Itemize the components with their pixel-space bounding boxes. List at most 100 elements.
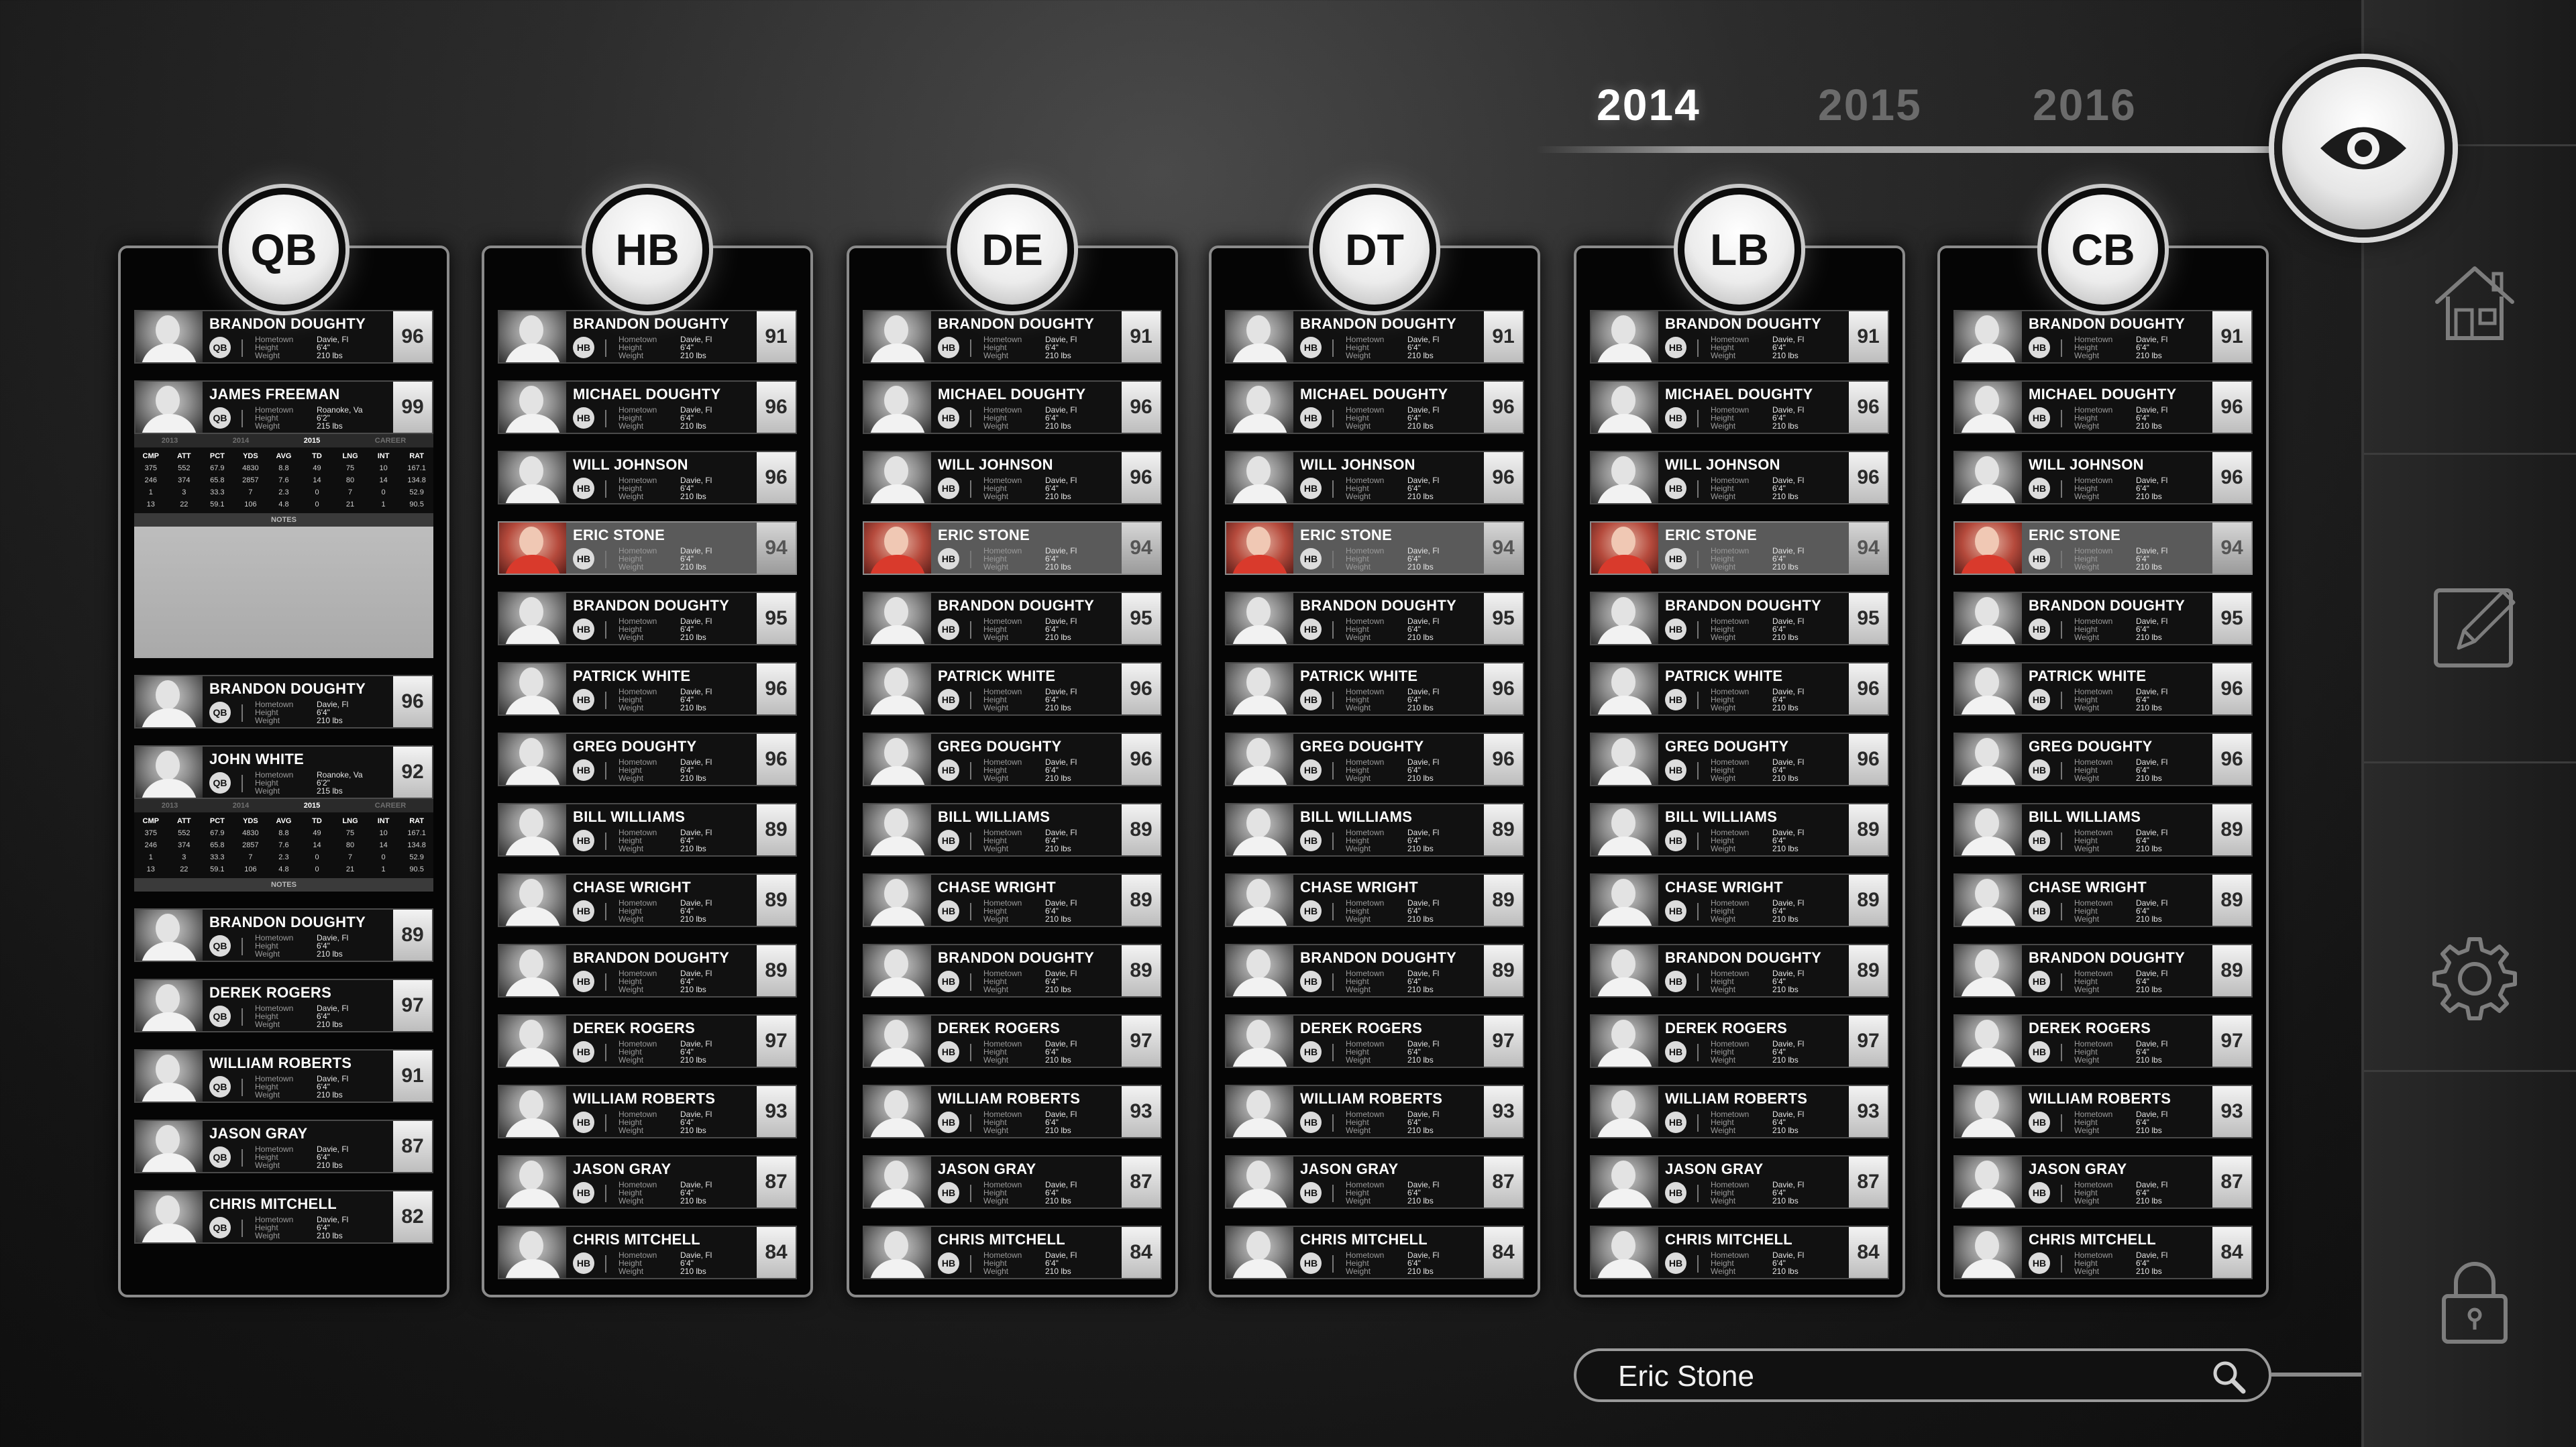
player-row[interactable]: BRANDON DOUGHTY HB Hometown Height Weight Dav… [1590,944,1889,998]
player-row[interactable]: WILLIAM ROBERTS HB Hometown Height Weight Dav… [1225,1085,1524,1138]
player-row[interactable]: GREG DOUGHTY HB Hometown Height Weight Davie,… [498,733,797,786]
player-row[interactable]: BILL WILLIAMS HB Hometown Height Weight Davie… [1225,803,1524,857]
player-row[interactable]: JASON GRAY HB Hometown Height Weight Davie, F… [1953,1155,2253,1209]
stats-tab-2013[interactable]: 2013 [162,437,178,445]
player-row[interactable]: PATRICK WHITE HB Hometown Height Weight Davie… [1225,662,1524,716]
player-row[interactable]: ERIC STONE HB Hometown Height Weight Davie, F… [1590,521,1889,575]
player-row[interactable]: BRANDON DOUGHTY HB Hometown Height Weight Dav… [498,592,797,645]
player-row[interactable]: BILL WILLIAMS HB Hometown Height Weight Davie… [1953,803,2253,857]
player-row[interactable]: WILL JOHNSON HB Hometown Height Weight Davie,… [863,451,1162,504]
player-row[interactable]: WILLIAM ROBERTS HB Hometown Height Weight Dav… [1590,1085,1889,1138]
player-row[interactable]: DEREK ROGERS HB Hometown Height Weight Davie,… [863,1014,1162,1068]
player-row[interactable]: BRANDON DOUGHTY HB Hometown Height Weight Dav… [498,944,797,998]
player-row[interactable]: PATRICK WHITE HB Hometown Height Weight Davie… [863,662,1162,716]
player-row[interactable]: BRANDON DOUGHTY HB Hometown Height Weight Dav… [498,310,797,364]
stats-tab-career[interactable]: CAREER [375,437,406,445]
player-row[interactable]: GREG DOUGHTY HB Hometown Height Weight Davie,… [1225,733,1524,786]
player-row[interactable]: CHRIS MITCHELL HB Hometown Height Weight Davi… [498,1226,797,1279]
player-row[interactable]: JASON GRAY QB Hometown Height Weight Davie, F… [134,1120,433,1173]
player-row[interactable]: ERIC STONE HB Hometown Height Weight Davie, F… [1953,521,2253,575]
notes-toggle[interactable]: NOTES [134,878,433,892]
player-row[interactable]: CHASE WRIGHT HB Hometown Height Weight Davie,… [1953,873,2253,927]
player-row[interactable]: BRANDON DOUGHTY HB Hometown Height Weight Dav… [1590,310,1889,364]
player-row[interactable]: WILLIAM ROBERTS HB Hometown Height Weight Dav… [863,1085,1162,1138]
player-row[interactable]: WILLIAM ROBERTS HB Hometown Height Weight Dav… [498,1085,797,1138]
player-row[interactable]: BRANDON DOUGHTY QB Hometown Height Weight Dav… [134,908,433,962]
player-row[interactable]: WILL JOHNSON HB Hometown Height Weight Davie,… [1225,451,1524,504]
notes-textarea[interactable] [134,527,433,658]
player-row[interactable]: WILLIAM ROBERTS QB Hometown Height Weight Dav… [134,1049,433,1103]
stats-tab-career[interactable]: CAREER [375,802,406,810]
player-row[interactable]: CHRIS MITCHELL HB Hometown Height Weight Davi… [1225,1226,1524,1279]
stats-tab-2015[interactable]: 2015 [304,437,320,445]
player-row[interactable]: MICHAEL DOUGHTY HB Hometown Height Weight Dav… [1590,380,1889,434]
player-row[interactable]: PATRICK WHITE HB Hometown Height Weight Davie… [1590,662,1889,716]
player-row[interactable]: BRANDON DOUGHTY HB Hometown Height Weight Dav… [863,944,1162,998]
edit-button[interactable] [2428,577,2522,671]
search-icon[interactable] [2211,1359,2246,1394]
player-row[interactable]: MICHAEL DOUGHTY HB Hometown Height Weight Dav… [863,380,1162,434]
player-row[interactable]: BRANDON DOUGHTY HB Hometown Height Weight Dav… [1953,944,2253,998]
player-row[interactable]: BRANDON DOUGHTY HB Hometown Height Weight Dav… [863,592,1162,645]
year-2015[interactable]: 2015 [1818,79,1922,130]
position-badge-qb[interactable]: QB [222,188,345,311]
player-row[interactable]: CHRIS MITCHELL HB Hometown Height Weight Davi… [1953,1226,2253,1279]
home-button[interactable] [2428,255,2522,349]
player-row[interactable]: DEREK ROGERS HB Hometown Height Weight Davie,… [498,1014,797,1068]
player-row[interactable]: BILL WILLIAMS HB Hometown Height Weight Davie… [1590,803,1889,857]
player-row[interactable]: ERIC STONE HB Hometown Height Weight Davie, F… [1225,521,1524,575]
year-2014[interactable]: 2014 [1597,79,1701,130]
player-row[interactable]: JOHN WHITE QB Hometown Height Weight Roanoke,… [134,745,433,799]
search-input[interactable] [1617,1359,2196,1394]
stats-tab-2015[interactable]: 2015 [304,802,320,810]
player-row[interactable]: BRANDON DOUGHTY QB Hometown Height Weight Dav… [134,310,433,364]
player-row[interactable]: DEREK ROGERS QB Hometown Height Weight Davie,… [134,979,433,1032]
position-badge-hb[interactable]: HB [586,188,709,311]
position-badge-dt[interactable]: DT [1313,188,1436,311]
player-row[interactable]: BRANDON DOUGHTY HB Hometown Height Weight Dav… [1225,592,1524,645]
view-toggle-button[interactable] [2274,59,2453,237]
player-row[interactable]: BRANDON DOUGHTY HB Hometown Height Weight Dav… [1590,592,1889,645]
player-row[interactable]: WILL JOHNSON HB Hometown Height Weight Davie,… [1590,451,1889,504]
year-2016[interactable]: 2016 [2033,79,2137,130]
player-row[interactable]: MICHAEL DOUGHTY HB Hometown Height Weight Dav… [498,380,797,434]
player-row[interactable]: BRANDON DOUGHTY HB Hometown Height Weight Dav… [1225,310,1524,364]
player-row[interactable]: WILLIAM ROBERTS HB Hometown Height Weight Dav… [1953,1085,2253,1138]
player-row[interactable]: JASON GRAY HB Hometown Height Weight Davie, F… [1590,1155,1889,1209]
player-row[interactable]: BRANDON DOUGHTY QB Hometown Height Weight Dav… [134,675,433,729]
player-row[interactable]: ERIC STONE HB Hometown Height Weight Davie, F… [863,521,1162,575]
player-row[interactable]: DEREK ROGERS HB Hometown Height Weight Davie,… [1590,1014,1889,1068]
player-row[interactable]: CHASE WRIGHT HB Hometown Height Weight Davie,… [1590,873,1889,927]
player-row[interactable]: CHRIS MITCHELL QB Hometown Height Weight Davi… [134,1190,433,1244]
position-badge-cb[interactable]: CB [2041,188,2165,311]
player-row[interactable]: CHASE WRIGHT HB Hometown Height Weight Davie,… [1225,873,1524,927]
player-row[interactable]: CHRIS MITCHELL HB Hometown Height Weight Davi… [863,1226,1162,1279]
player-row[interactable]: BRANDON DOUGHTY HB Hometown Height Weight Dav… [1225,944,1524,998]
player-row[interactable]: CHRIS MITCHELL HB Hometown Height Weight Davi… [1590,1226,1889,1279]
stats-tab-2013[interactable]: 2013 [162,802,178,810]
player-row[interactable]: BILL WILLIAMS HB Hometown Height Weight Davie… [863,803,1162,857]
player-row[interactable]: MICHAEL DOUGHTY HB Hometown Height Weight Dav… [1225,380,1524,434]
player-row[interactable]: CHASE WRIGHT HB Hometown Height Weight Davie,… [498,873,797,927]
lock-button[interactable] [2428,1254,2522,1348]
player-row[interactable]: GREG DOUGHTY HB Hometown Height Weight Davie,… [863,733,1162,786]
stats-tab-2014[interactable]: 2014 [233,802,249,810]
player-row[interactable]: PATRICK WHITE HB Hometown Height Weight Davie… [1953,662,2253,716]
player-row[interactable]: DEREK ROGERS HB Hometown Height Weight Davie,… [1225,1014,1524,1068]
player-row[interactable]: PATRICK WHITE HB Hometown Height Weight Davie… [498,662,797,716]
stats-tab-2014[interactable]: 2014 [233,437,249,445]
settings-button[interactable] [2428,932,2522,1026]
player-row[interactable]: WILL JOHNSON HB Hometown Height Weight Davie,… [498,451,797,504]
notes-toggle[interactable]: NOTES [134,513,433,527]
player-row[interactable]: JASON GRAY HB Hometown Height Weight Davie, F… [863,1155,1162,1209]
player-row[interactable]: BRANDON DOUGHTY HB Hometown Height Weight Dav… [1953,592,2253,645]
position-badge-lb[interactable]: LB [1678,188,1801,311]
player-row[interactable]: DEREK ROGERS HB Hometown Height Weight Davie,… [1953,1014,2253,1068]
player-row[interactable]: GREG DOUGHTY HB Hometown Height Weight Davie,… [1590,733,1889,786]
player-row[interactable]: WILL JOHNSON HB Hometown Height Weight Davie,… [1953,451,2253,504]
player-row[interactable]: JASON GRAY HB Hometown Height Weight Davie, F… [1225,1155,1524,1209]
player-row[interactable]: GREG DOUGHTY HB Hometown Height Weight Davie,… [1953,733,2253,786]
player-row[interactable]: JAMES FREEMAN QB Hometown Height Weight Roano… [134,380,433,434]
player-row[interactable]: BILL WILLIAMS HB Hometown Height Weight Davie… [498,803,797,857]
player-row[interactable]: CHASE WRIGHT HB Hometown Height Weight Davie,… [863,873,1162,927]
